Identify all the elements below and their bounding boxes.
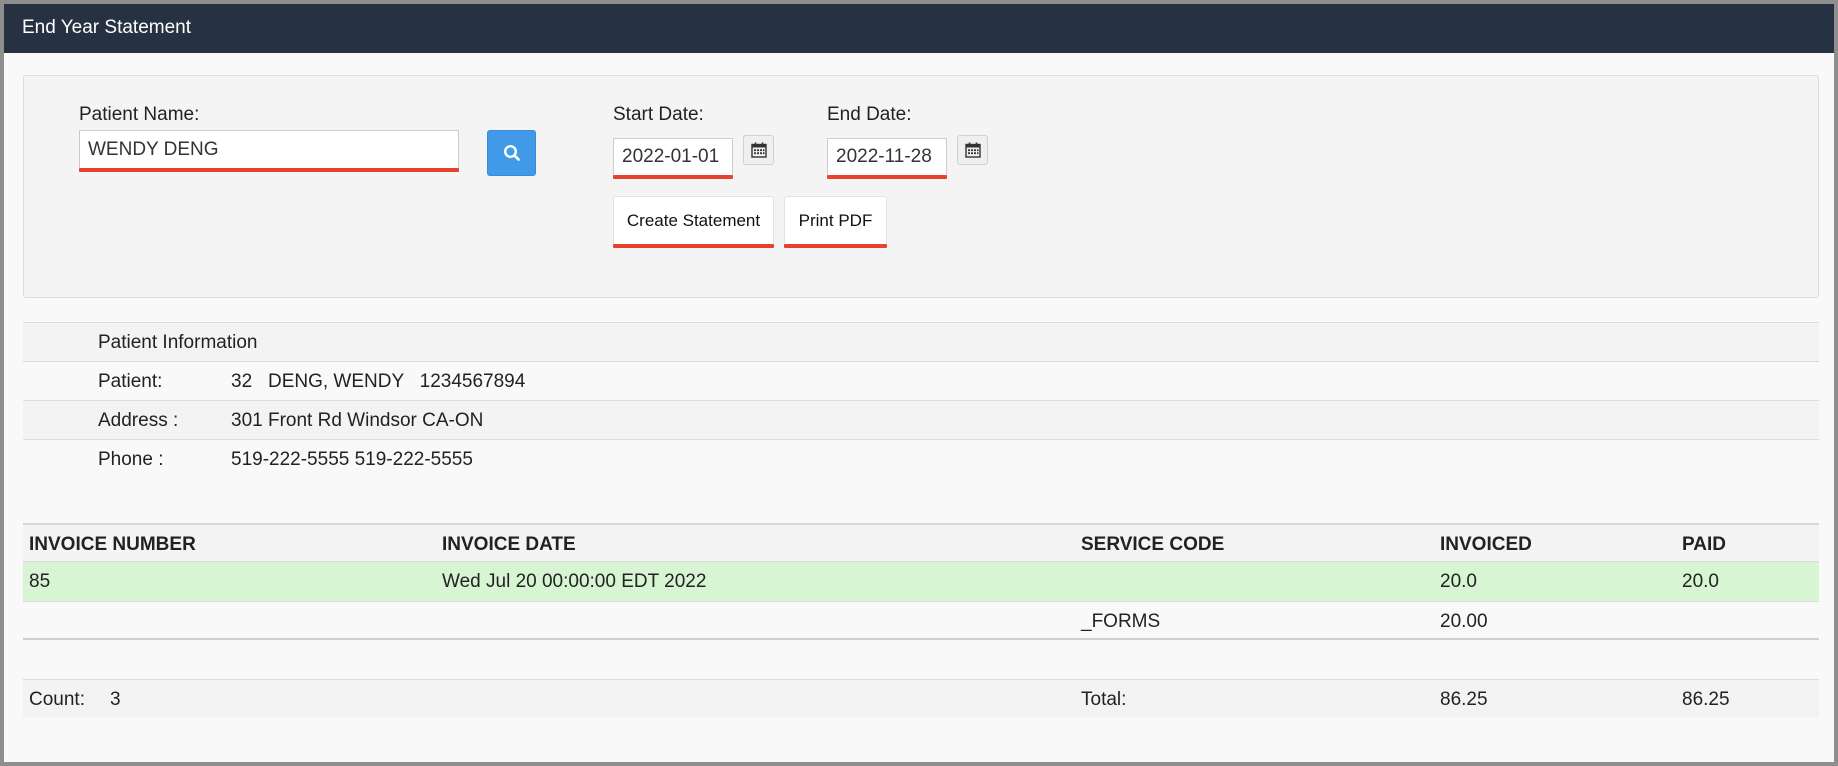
patient-info-key: Address : xyxy=(98,410,179,431)
total-invoiced: 86.25 xyxy=(1440,689,1488,710)
invoice-header-row: INVOICE NUMBER INVOICE DATE SERVICE CODE… xyxy=(23,523,1819,562)
invoice-footer-row: Count: 3 Total: 86.25 86.25 xyxy=(23,679,1819,718)
patient-info-value: 519-222-5555 519-222-5555 xyxy=(231,449,473,470)
search-panel: Patient Name: Start Date: En xyxy=(23,75,1819,298)
total-label: Total: xyxy=(1081,689,1127,710)
print-pdf-button[interactable]: Print PDF xyxy=(784,196,887,246)
patient-info-heading: Patient Information xyxy=(98,332,258,353)
invoice-date-cell: Wed Jul 20 00:00:00 EDT 2022 xyxy=(442,571,707,592)
start-date-underline xyxy=(613,175,733,179)
invoice-number-cell: 85 xyxy=(29,571,51,592)
patient-info-key: Patient: xyxy=(98,371,163,392)
patient-info-row: Phone : 519-222-5555 519-222-5555 xyxy=(23,439,1819,478)
invoiced-cell: 20.00 xyxy=(1440,611,1488,632)
count-label: Count: xyxy=(29,689,85,710)
end-date-input[interactable] xyxy=(827,138,947,176)
total-paid: 86.25 xyxy=(1682,689,1730,710)
patient-info-value: 301 Front Rd Windsor CA-ON xyxy=(231,410,484,431)
patient-info-heading-row: Patient Information xyxy=(23,322,1819,361)
create-statement-underline xyxy=(613,244,774,248)
column-header-paid: PAID xyxy=(1682,534,1726,555)
column-header-invoiced: INVOICED xyxy=(1440,534,1532,555)
patient-info-key: Phone : xyxy=(98,449,164,470)
paid-cell: 20.0 xyxy=(1682,571,1719,592)
count-value: 3 xyxy=(110,689,121,710)
search-button[interactable] xyxy=(487,130,536,176)
search-icon xyxy=(503,144,520,161)
column-header-invoice-number: INVOICE NUMBER xyxy=(29,534,196,555)
start-date-label: Start Date: xyxy=(613,104,704,125)
service-code-cell: _FORMS xyxy=(1081,611,1161,632)
table-row: 85 Wed Jul 20 00:00:00 EDT 2022 20.0 20.… xyxy=(23,562,1819,601)
invoiced-cell: 20.0 xyxy=(1440,571,1477,592)
column-header-service-code: SERVICE CODE xyxy=(1081,534,1225,555)
end-date-calendar-button[interactable] xyxy=(957,135,988,165)
calendar-icon xyxy=(750,142,767,158)
column-header-invoice-date: INVOICE DATE xyxy=(442,534,576,555)
patient-name-input[interactable] xyxy=(79,130,459,169)
end-date-underline xyxy=(827,175,947,179)
end-date-label: End Date: xyxy=(827,104,912,125)
table-row: _FORMS 20.00 xyxy=(23,601,1819,640)
create-statement-button[interactable]: Create Statement xyxy=(613,196,774,246)
calendar-icon xyxy=(964,142,981,158)
app-window: End Year Statement Patient Name: Start D… xyxy=(0,0,1838,766)
patient-info-value: 32 DENG, WENDY 1234567894 xyxy=(231,371,526,392)
start-date-calendar-button[interactable] xyxy=(743,135,774,165)
patient-name-label: Patient Name: xyxy=(79,104,200,125)
window-title: End Year Statement xyxy=(4,4,1834,53)
start-date-input[interactable] xyxy=(613,138,733,176)
patient-info-row: Patient: 32 DENG, WENDY 1234567894 xyxy=(23,361,1819,400)
patient-name-underline xyxy=(79,168,459,172)
print-pdf-underline xyxy=(784,244,887,248)
patient-info-row: Address : 301 Front Rd Windsor CA-ON xyxy=(23,400,1819,439)
